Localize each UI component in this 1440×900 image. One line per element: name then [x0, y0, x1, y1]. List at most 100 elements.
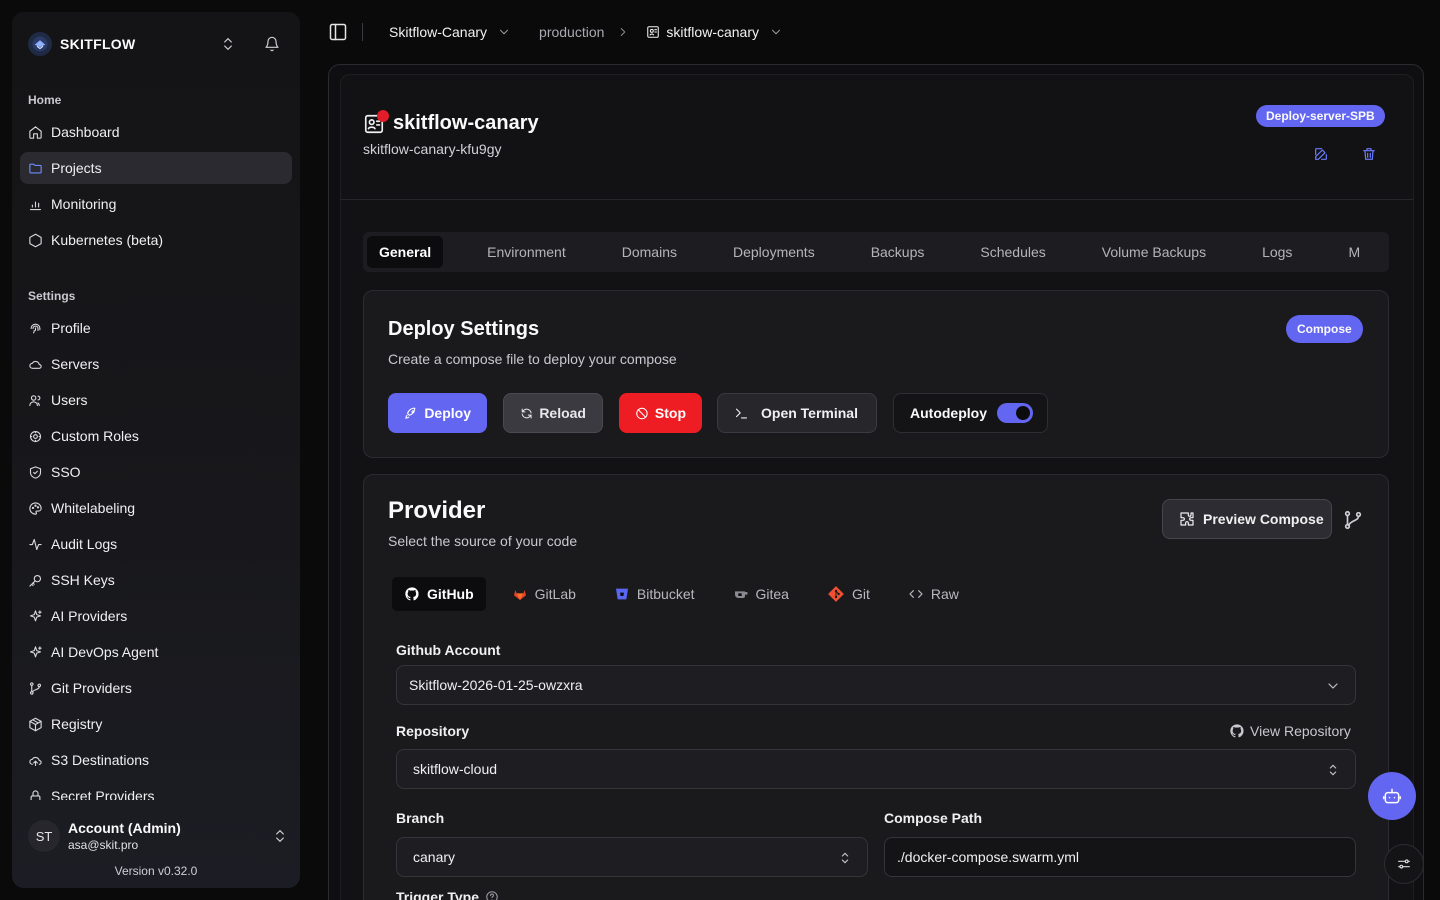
tab-github[interactable]: GitHub [392, 577, 486, 611]
github-account-select[interactable]: Skitflow-2026-01-25-owzxra [396, 665, 1356, 705]
sidebar-item-git-providers[interactable]: Git Providers [20, 672, 292, 704]
repository-select[interactable]: skitflow-cloud [396, 749, 1356, 789]
sidebar-item-whitelabeling[interactable]: Whitelabeling [20, 492, 292, 524]
sidebar-item-monitoring[interactable]: Monitoring [20, 188, 292, 220]
sidebar-item-s3-destinations[interactable]: S3 Destinations [20, 744, 292, 776]
view-repository-link[interactable]: View Repository [1229, 723, 1351, 739]
server-badge: Deploy-server-SPB [1256, 105, 1385, 127]
deploy-settings-title: Deploy Settings [388, 318, 540, 340]
deploy-button[interactable]: Deploy [388, 393, 487, 433]
sidebar-item-ai-devops-agent[interactable]: AI DevOps Agent [20, 636, 292, 668]
tab-deployments[interactable]: Deployments [721, 236, 827, 268]
tab-git[interactable]: Git [815, 577, 882, 611]
sidebar-item-label: Audit Logs [51, 536, 118, 552]
chevrons-up-down-icon [837, 850, 853, 866]
breadcrumb-environment[interactable]: production [539, 24, 604, 40]
sidebar-item-sso[interactable]: SSO [20, 456, 292, 488]
tab-backups[interactable]: Backups [859, 236, 937, 268]
tab-schedules[interactable]: Schedules [968, 236, 1057, 268]
breadcrumb-service[interactable]: skitflow-canary [646, 24, 783, 40]
compose-path-value: ./docker-compose.swarm.yml [897, 849, 1080, 865]
user-cog-icon [29, 430, 42, 442]
sidebar-item-profile[interactable]: Profile [20, 312, 292, 344]
code-icon [909, 590, 923, 598]
sparkles-icon [29, 609, 42, 621]
git-branch-icon[interactable] [1342, 509, 1364, 531]
activity-icon [29, 538, 42, 550]
sidebar-item-registry[interactable]: Registry [20, 708, 292, 740]
sidebar-toggle-icon[interactable] [328, 22, 348, 42]
service-icon [647, 26, 660, 38]
tab-more[interactable]: M [1336, 236, 1372, 268]
github-icon [1230, 724, 1244, 738]
branch-value: canary [413, 849, 456, 865]
divider [362, 23, 363, 41]
sidebar-item-ai-providers[interactable]: AI Providers [20, 600, 292, 632]
breadcrumb-project[interactable]: Skitflow-Canary [389, 24, 511, 40]
trash-icon[interactable] [1361, 146, 1377, 162]
brand[interactable]: SKITFLOW [28, 32, 136, 56]
repository-value: skitflow-cloud [413, 761, 498, 777]
puzzle-icon [1180, 512, 1194, 526]
settings-sliders-button[interactable] [1384, 844, 1424, 884]
sidebar-item-label: Custom Roles [51, 428, 139, 444]
avatar: ST [28, 820, 60, 852]
tab-bitbucket[interactable]: Bitbucket [602, 577, 707, 611]
sidebar-item-dashboard[interactable]: Dashboard [20, 116, 292, 148]
sidebar-item-projects[interactable]: Projects [20, 152, 292, 184]
tab-gitea[interactable]: Gitea [721, 577, 801, 611]
service-header: skitflow-canary skitflow-canary-kfu9gy [363, 109, 539, 157]
tab-gitlab-label: GitLab [534, 586, 576, 602]
tab-gitlab[interactable]: GitLab [500, 577, 588, 611]
compose-path-input[interactable]: ./docker-compose.swarm.yml [884, 837, 1356, 877]
github-account-value: Skitflow-2026-01-25-owzxra [409, 677, 583, 693]
sidebar-item-label: Profile [51, 320, 91, 336]
stop-button[interactable]: Stop [619, 393, 702, 433]
sidebar-item-custom-roles[interactable]: Custom Roles [20, 420, 292, 452]
breadcrumb-service-label: skitflow-canary [666, 24, 760, 40]
tab-raw[interactable]: Raw [896, 577, 971, 611]
settings-nav: Profile Servers Users Custom Roles SSO W… [20, 312, 292, 800]
compose-badge: Compose [1286, 315, 1363, 343]
sidebar: SKITFLOW Home Dashboard Projects Monitor… [12, 12, 300, 888]
preview-compose-button[interactable]: Preview Compose [1162, 499, 1332, 539]
bitbucket-icon [615, 588, 628, 600]
reload-button[interactable]: Reload [503, 393, 603, 433]
trigger-type-label: Trigger Type [396, 889, 479, 900]
tab-environment[interactable]: Environment [475, 236, 578, 268]
bot-icon [1382, 788, 1402, 804]
sidebar-item-secret-providers[interactable]: Secret Providers [20, 780, 292, 800]
sidebar-item-servers[interactable]: Servers [20, 348, 292, 380]
help-circle-icon[interactable] [485, 890, 499, 900]
preview-compose-label: Preview Compose [1203, 511, 1324, 527]
chevrons-up-down-icon[interactable] [220, 36, 236, 52]
open-terminal-button[interactable]: Open Terminal [717, 393, 877, 433]
sidebar-item-kubernetes[interactable]: Kubernetes (beta) [20, 224, 292, 256]
chevrons-up-down-icon [1325, 762, 1341, 778]
sidebar-item-audit-logs[interactable]: Audit Logs [20, 528, 292, 560]
palette-icon [29, 501, 42, 515]
autodeploy-toggle[interactable] [997, 403, 1033, 423]
tab-gitea-label: Gitea [755, 586, 789, 602]
tab-domains[interactable]: Domains [610, 236, 689, 268]
bell-icon[interactable] [264, 36, 280, 52]
branch-select[interactable]: canary [396, 837, 868, 877]
edit-icon[interactable] [1313, 146, 1329, 162]
repository-label: Repository [396, 723, 470, 739]
sidebar-item-users[interactable]: Users [20, 384, 292, 416]
tab-volume-backups[interactable]: Volume Backups [1090, 236, 1218, 268]
hexagon-icon [29, 233, 42, 247]
provider-card: Provider Select the source of your code … [363, 474, 1389, 900]
sidebar-item-ssh-keys[interactable]: SSH Keys [20, 564, 292, 596]
ai-assistant-button[interactable] [1368, 772, 1416, 820]
tab-logs[interactable]: Logs [1250, 236, 1304, 268]
rocket-icon [405, 407, 416, 419]
provider-description: Select the source of your code [388, 533, 578, 549]
account-menu[interactable]: ST Account (Admin) asa@skit.pro [28, 815, 284, 857]
compose-path-label: Compose Path [884, 810, 983, 826]
breadcrumb-project-label: Skitflow-Canary [389, 24, 488, 40]
gitlab-icon [513, 590, 526, 600]
tab-general[interactable]: General [367, 236, 444, 268]
sidebar-item-label: Kubernetes (beta) [51, 232, 164, 248]
chevron-right-icon [616, 25, 630, 39]
